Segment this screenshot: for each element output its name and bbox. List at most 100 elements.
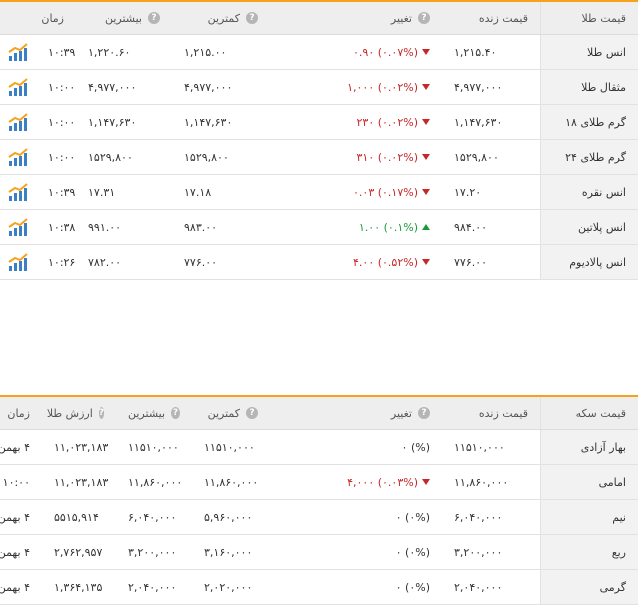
chart-link[interactable] xyxy=(0,35,36,69)
header-change-label: تغییر xyxy=(390,406,412,420)
change-cell: ۲۳۰ (۰.۰۲%) xyxy=(270,105,442,139)
update-time: ۱۰:۳۸ xyxy=(48,220,76,234)
table-row[interactable]: انس طلا ۱,۲۱۵.۴۰ ۰.۹۰ (۰.۰۷%) ۱,۲۱۵.۰۰ ۱,۲۲۰… xyxy=(0,35,638,70)
header-high[interactable]: ? بیشترین xyxy=(116,397,192,429)
header-high-label: بیشترین xyxy=(104,11,142,25)
gold-price-table: قیمت طلا قیمت زنده ? تغییر ? کمترین ? بیشتر… xyxy=(0,0,638,280)
chart-link[interactable] xyxy=(0,175,36,209)
trend-chart-icon[interactable] xyxy=(7,182,29,202)
change-amount: ۱.۰۰ xyxy=(358,220,381,234)
table-row[interactable]: گرمی ۲,۰۴۰,۰۰۰ ۰ (۰%) ۲,۰۲۰,۰۰۰ ۲,۰۴۰,۰۰۰ ۱,۳… xyxy=(0,570,638,605)
table-row[interactable]: مثقال طلا ۴,۹۷۷,۰۰۰ ۱,۰۰۰ (۰.۰۲%) ۴,۹۷۷,۰۰۰… xyxy=(0,70,638,105)
table-row[interactable]: گرم طلای ۲۴ ۱۵۲۹,۸۰۰ ۳۱۰ (۰.۰۲%) ۱۵۲۹,۸۰۰ ۱۵… xyxy=(0,140,638,175)
info-icon[interactable]: ? xyxy=(246,12,258,24)
change-percent: (۰.۰۷%) xyxy=(377,45,418,59)
table-row[interactable]: انس پلاتین ۹۸۴.۰۰ ۱.۰۰ (۰.۱%) ۹۸۳.۰۰ ۹۹۱.۰۰ ۱… xyxy=(0,210,638,245)
high-price: ۱۱۵۱۰,۰۰۰ xyxy=(128,440,179,454)
low-price: ۳,۱۶۰,۰۰۰ xyxy=(204,545,253,559)
low-price: ۹۸۳.۰۰ xyxy=(184,220,218,234)
trend-chart-icon[interactable] xyxy=(7,147,29,167)
header-change[interactable]: ? تغییر xyxy=(270,397,442,429)
item-name: مثقال طلا xyxy=(540,70,638,104)
table-row[interactable]: امامی ۱۱,۸۶۰,۰۰۰ ۴,۰۰۰ (۰.۰۳%) ۱۱,۸۶۰,۰۰۰ ۱۱… xyxy=(0,465,638,500)
low-price: ۴,۹۷۷,۰۰۰ xyxy=(184,80,233,94)
header-high-label: بیشترین xyxy=(128,406,166,420)
change-percent: (۰.۵۲%) xyxy=(377,255,418,269)
trend-chart-icon[interactable] xyxy=(7,217,29,237)
header-low[interactable]: ? کمترین xyxy=(172,2,270,34)
arrow-down-icon xyxy=(422,49,430,55)
high-price: ۶,۰۴۰,۰۰۰ xyxy=(128,510,177,524)
info-icon[interactable]: ? xyxy=(98,407,104,419)
arrow-down-icon xyxy=(422,84,430,90)
change-percent: (۰.۰۲%) xyxy=(377,80,418,94)
update-time: ۴ بهمن xyxy=(0,440,30,454)
gold-value: ۵۵۱۵,۹۱۴ xyxy=(54,510,99,524)
change-percent: (۰%) xyxy=(405,580,430,594)
chart-link[interactable] xyxy=(0,140,36,174)
header-chart-col xyxy=(0,2,36,34)
change-amount: ۴,۰۰۰ xyxy=(347,475,375,489)
update-time: ۱۰:۳۹ xyxy=(48,45,76,59)
arrow-up-icon xyxy=(422,224,430,230)
update-time: ۱۰:۰۰ xyxy=(48,80,76,94)
high-price: ۱۵۲۹,۸۰۰ xyxy=(88,150,133,164)
coin-price-table: قیمت سکه قیمت زنده ? تغییر ? کمترین ? بیشتر… xyxy=(0,395,638,605)
live-price: ۱,۱۴۷,۶۳۰ xyxy=(454,115,503,129)
item-name: گرم طلای ۲۴ xyxy=(540,140,638,174)
info-icon[interactable]: ? xyxy=(418,407,430,419)
header-high[interactable]: ? بیشترین xyxy=(76,2,172,34)
live-price: ۴,۹۷۷,۰۰۰ xyxy=(454,80,503,94)
coin-table-header: قیمت سکه قیمت زنده ? تغییر ? کمترین ? بیشتر… xyxy=(0,397,638,430)
change-cell: ۱.۰۰ (۰.۱%) xyxy=(270,210,442,244)
live-price: ۹۸۴.۰۰ xyxy=(454,220,488,234)
high-price: ۱۷.۳۱ xyxy=(88,185,116,199)
info-icon[interactable]: ? xyxy=(148,12,160,24)
table-row[interactable]: ربع ۳,۲۰۰,۰۰۰ ۰ (۰%) ۳,۱۶۰,۰۰۰ ۳,۲۰۰,۰۰۰ ۲,۷۶… xyxy=(0,535,638,570)
low-price: ۱۵۲۹,۸۰۰ xyxy=(184,150,229,164)
trend-chart-icon[interactable] xyxy=(7,77,29,97)
chart-link[interactable] xyxy=(0,245,36,279)
change-cell: ۳۱۰ (۰.۰۲%) xyxy=(270,140,442,174)
chart-link[interactable] xyxy=(0,70,36,104)
header-gold-name: قیمت طلا xyxy=(540,2,638,34)
table-row[interactable]: انس پالادیوم ۷۷۶.۰۰ ۴.۰۰ (۰.۵۲%) ۷۷۶.۰۰ ۷۸۲.… xyxy=(0,245,638,280)
table-row[interactable]: انس نقره ۱۷.۲۰ ۰.۰۳ (۰.۱۷%) ۱۷.۱۸ ۱۷.۳۱ ۱۰:۳۹ xyxy=(0,175,638,210)
header-live-price: قیمت زنده xyxy=(478,11,528,25)
header-time: زمان xyxy=(41,11,64,25)
live-price: ۶,۰۴۰,۰۰۰ xyxy=(454,510,503,524)
change-cell: ۰ (%) xyxy=(270,430,442,464)
header-gold-value[interactable]: ? ارزش طلا xyxy=(42,397,116,429)
change-cell: ۴,۰۰۰ (۰.۰۳%) xyxy=(270,465,442,499)
change-cell: ۴.۰۰ (۰.۵۲%) xyxy=(270,245,442,279)
trend-chart-icon[interactable] xyxy=(7,42,29,62)
change-percent: (۰.۰۲%) xyxy=(377,115,418,129)
change-cell: ۰.۰۳ (۰.۱۷%) xyxy=(270,175,442,209)
trend-chart-icon[interactable] xyxy=(7,252,29,272)
arrow-down-icon xyxy=(422,479,430,485)
live-price: ۱۱,۸۶۰,۰۰۰ xyxy=(454,475,509,489)
change-amount: ۳۱۰ xyxy=(356,150,375,164)
low-price: ۱۱۵۱۰,۰۰۰ xyxy=(204,440,255,454)
info-icon[interactable]: ? xyxy=(171,407,180,419)
update-time: ۴ بهمن xyxy=(0,510,30,524)
high-price: ۱,۱۴۷,۶۳۰ xyxy=(88,115,137,129)
item-name: انس نقره xyxy=(540,175,638,209)
table-row[interactable]: بهار آزادی ۱۱۵۱۰,۰۰۰ ۰ (%) ۱۱۵۱۰,۰۰۰ ۱۱۵۱۰,۰… xyxy=(0,430,638,465)
trend-chart-icon[interactable] xyxy=(7,112,29,132)
info-icon[interactable]: ? xyxy=(246,407,258,419)
high-price: ۷۸۲.۰۰ xyxy=(88,255,122,269)
info-icon[interactable]: ? xyxy=(418,12,430,24)
table-row[interactable]: نیم ۶,۰۴۰,۰۰۰ ۰ (۰%) ۵,۹۶۰,۰۰۰ ۶,۰۴۰,۰۰۰ ۵۵۱۵… xyxy=(0,500,638,535)
live-price: ۱۵۲۹,۸۰۰ xyxy=(454,150,499,164)
header-low[interactable]: ? کمترین xyxy=(192,397,270,429)
live-price: ۳,۲۰۰,۰۰۰ xyxy=(454,545,503,559)
low-price: ۱,۲۱۵.۰۰ xyxy=(184,45,227,59)
chart-link[interactable] xyxy=(0,105,36,139)
chart-link[interactable] xyxy=(0,210,36,244)
table-row[interactable]: گرم طلای ۱۸ ۱,۱۴۷,۶۳۰ ۲۳۰ (۰.۰۲%) ۱,۱۴۷,۶۳۰… xyxy=(0,105,638,140)
item-name: انس پالادیوم xyxy=(540,245,638,279)
arrow-down-icon xyxy=(422,189,430,195)
change-cell: ۰ (۰%) xyxy=(270,500,442,534)
header-change[interactable]: ? تغییر xyxy=(270,2,442,34)
